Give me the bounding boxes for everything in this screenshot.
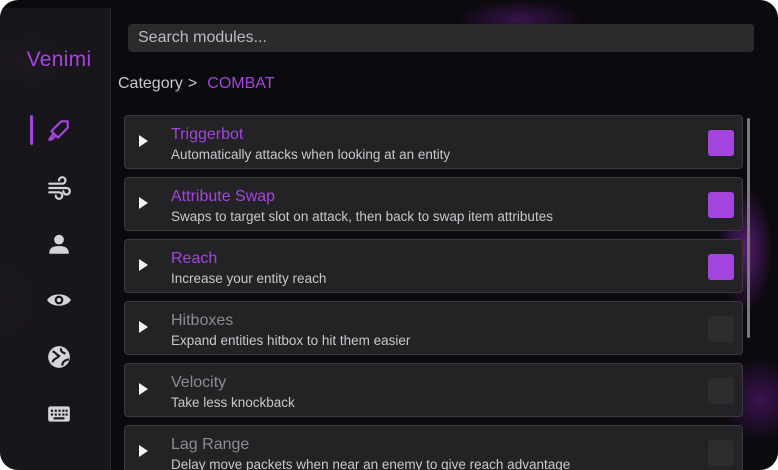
breadcrumb-separator: >: [187, 75, 198, 92]
globe-icon: [48, 346, 70, 368]
expand-arrow-icon[interactable]: [139, 321, 148, 333]
nav-keybinds[interactable]: [30, 396, 88, 432]
module-name: Reach: [171, 250, 218, 267]
module-list: Triggerbot Automatically attacks when lo…: [124, 115, 744, 470]
person-icon: [49, 234, 69, 254]
nav-world[interactable]: [30, 339, 88, 375]
breadcrumb-label: Category: [118, 75, 183, 92]
expand-arrow-icon[interactable]: [139, 197, 148, 209]
wind-icon: [48, 176, 71, 200]
module-name: Hitboxes: [171, 312, 234, 329]
rocket-icon: [48, 120, 69, 141]
scrollbar[interactable]: [747, 118, 750, 338]
sidebar: Venimi: [0, 8, 111, 470]
module-card[interactable]: Lag Range Delay move packets when near a…: [124, 425, 743, 470]
module-description: Swaps to target slot on attack, then bac…: [171, 209, 553, 224]
breadcrumb: Category > COMBAT: [118, 75, 275, 93]
brand-logo: Venimi: [26, 48, 92, 71]
active-indicator: [30, 115, 33, 145]
module-description: Expand entities hitbox to hit them easie…: [171, 333, 411, 348]
module-card[interactable]: Velocity Take less knockback: [124, 363, 743, 417]
eye-icon: [47, 294, 71, 306]
module-card[interactable]: Attribute Swap Swaps to target slot on a…: [124, 177, 743, 231]
module-card[interactable]: Hitboxes Expand entities hitbox to hit t…: [124, 301, 743, 355]
breadcrumb-category[interactable]: COMBAT: [207, 75, 274, 92]
app-window: Venimi Search modules... Category > COMB…: [0, 0, 778, 470]
module-name: Lag Range: [171, 436, 250, 453]
module-toggle[interactable]: [708, 254, 734, 280]
module-description: Delay move packets when near an enemy to…: [171, 457, 571, 470]
module-card[interactable]: Reach Increase your entity reach: [124, 239, 743, 293]
module-toggle[interactable]: [708, 316, 734, 342]
module-toggle[interactable]: [708, 130, 734, 156]
module-description: Automatically attacks when looking at an…: [171, 147, 451, 162]
keyboard-icon: [48, 406, 70, 422]
nav-combat[interactable]: [30, 112, 88, 148]
nav-movement[interactable]: [30, 170, 88, 206]
module-card[interactable]: Triggerbot Automatically attacks when lo…: [124, 115, 743, 169]
module-name: Velocity: [171, 374, 227, 391]
nav-player[interactable]: [30, 226, 88, 262]
module-description: Increase your entity reach: [171, 271, 327, 286]
module-description: Take less knockback: [171, 395, 295, 410]
module-toggle[interactable]: [708, 440, 734, 466]
expand-arrow-icon[interactable]: [139, 445, 148, 457]
module-name: Triggerbot: [171, 126, 244, 143]
expand-arrow-icon[interactable]: [139, 259, 148, 271]
expand-arrow-icon[interactable]: [139, 135, 148, 147]
module-name: Attribute Swap: [171, 188, 276, 205]
nav-render[interactable]: [30, 282, 88, 318]
search-bar[interactable]: [128, 24, 754, 52]
module-toggle[interactable]: [708, 192, 734, 218]
search-input[interactable]: [136, 28, 746, 48]
module-toggle[interactable]: [708, 378, 734, 404]
expand-arrow-icon[interactable]: [139, 383, 148, 395]
